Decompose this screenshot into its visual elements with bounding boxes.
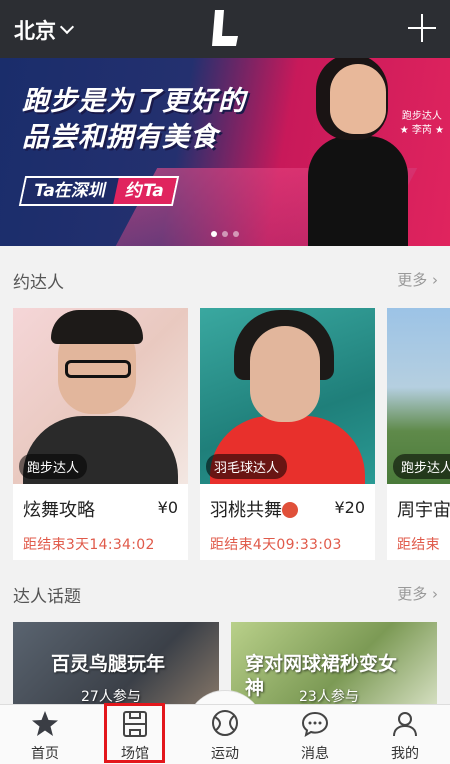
expert-card[interactable]: 羽毛球达人 羽桃共舞 ¥20 距结束4天09:33:03 <box>200 308 375 560</box>
topic-title: 百灵鸟腿玩年 <box>51 653 166 675</box>
banner-headline: 跑步是为了更好的 品尝和拥有美食 <box>22 84 246 156</box>
expert-card[interactable]: 跑步达人 炫舞攻略 ¥0 距结束3天14:34:02 <box>13 308 188 560</box>
banner-tag-right: 约Ta <box>113 178 177 204</box>
city-selector[interactable]: 北京 <box>14 15 75 45</box>
expert-cards: 跑步达人 炫舞攻略 ¥0 距结束3天14:34:02 羽毛球达人 羽桃共舞 ¥2… <box>13 308 450 560</box>
add-icon[interactable] <box>408 14 436 42</box>
expert-badge: 跑步达人 <box>393 454 450 479</box>
expert-badge: 羽毛球达人 <box>206 454 288 479</box>
rose-icon <box>282 502 298 518</box>
topic-card[interactable]: 百灵鸟腿玩年 27人参与 <box>13 622 219 704</box>
topic-card[interactable]: 穿对网球裙秒变女 神 23人参与 <box>231 622 437 704</box>
app-logo <box>212 10 238 46</box>
carousel-dot[interactable] <box>222 231 228 237</box>
banner-caption-line2: ★ 李芮 ★ <box>399 125 444 136</box>
banner-caption-line1: 跑步达人 <box>401 111 442 122</box>
topics-section-title: 达人话题 <box>13 587 81 607</box>
topics-more-link[interactable]: 更多 › <box>397 583 438 604</box>
chevron-down-icon <box>59 19 75 35</box>
expert-price: ¥0 <box>157 498 178 517</box>
topic-count: 23人参与 <box>299 689 359 704</box>
expert-price: ¥20 <box>334 498 365 517</box>
top-bar: 北京 <box>0 0 450 58</box>
expert-timer: 距结束4天09:33:03 <box>210 537 342 553</box>
user-icon <box>393 712 417 737</box>
city-label: 北京 <box>14 19 56 43</box>
experts-section-title: 约达人 <box>13 273 64 293</box>
star-icon <box>32 711 58 736</box>
tab-label: 运动 <box>211 746 239 762</box>
banner-headline-line2: 品尝和拥有美食 <box>22 122 218 153</box>
expert-badge: 跑步达人 <box>19 454 88 479</box>
tab-profile[interactable]: 我的 <box>360 705 450 764</box>
expert-title-text: 羽桃共舞 <box>210 500 282 521</box>
tab-messages[interactable]: 消息 <box>270 705 360 764</box>
promo-banner[interactable]: 跑步是为了更好的 品尝和拥有美食 Ta在深圳 约Ta 跑步达人 ★ 李芮 ★ <box>0 58 450 246</box>
banner-person-image <box>300 58 415 246</box>
expert-title: 周宇宙 <box>397 500 450 521</box>
banner-headline-line1: 跑步是为了更好的 <box>22 86 246 117</box>
carousel-dot[interactable] <box>211 231 217 237</box>
topic-count: 27人参与 <box>81 689 141 704</box>
chat-bubble-icon <box>301 711 329 738</box>
expert-timer: 距结束 <box>397 537 440 553</box>
tennis-ball-icon <box>212 710 238 736</box>
experts-more-link[interactable]: 更多 › <box>397 269 438 290</box>
expert-title: 羽桃共舞 <box>210 496 298 522</box>
tab-label: 我的 <box>391 746 419 762</box>
tab-label: 首页 <box>31 746 59 762</box>
tab-label: 消息 <box>301 746 329 762</box>
banner-tag: Ta在深圳 约Ta <box>18 176 179 206</box>
carousel-dots <box>0 231 450 237</box>
banner-caption: 跑步达人 ★ 李芮 ★ <box>400 110 444 138</box>
expert-card[interactable]: 跑步达人 周宇宙 距结束 <box>387 308 450 560</box>
tab-home[interactable]: 首页 <box>0 705 90 764</box>
banner-tag-left: Ta在深圳 <box>21 178 119 204</box>
carousel-dot[interactable] <box>233 231 239 237</box>
experts-section-header: 约达人 更多 › <box>0 264 450 294</box>
topics-section-header: 达人话题 更多 › <box>0 578 450 608</box>
topic-title-line1: 穿对网球裙秒变女 <box>245 653 398 675</box>
tab-sports[interactable]: 运动 <box>180 705 270 764</box>
expert-timer: 距结束3天14:34:02 <box>23 537 155 553</box>
expert-title: 炫舞攻略 <box>23 500 95 521</box>
highlight-box <box>104 703 165 763</box>
bottom-tab-bar: 首页 场馆 运动 消息 我的 <box>0 704 450 764</box>
